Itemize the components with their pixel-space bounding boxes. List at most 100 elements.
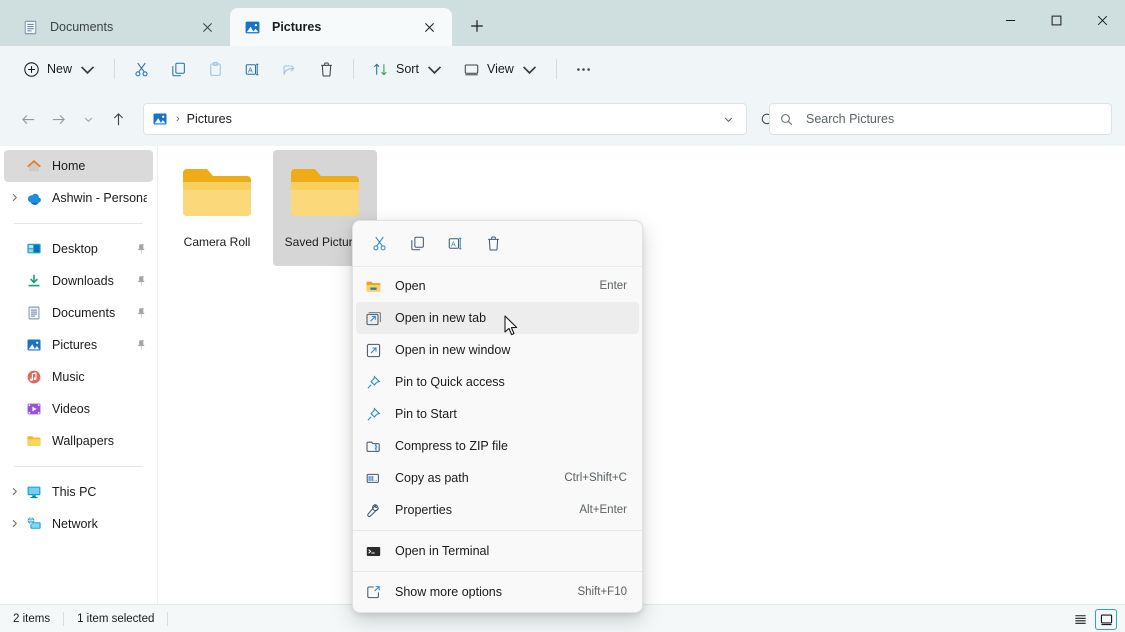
menu-item-properties[interactable]: Properties Alt+Enter xyxy=(356,494,639,526)
address-dropdown-button[interactable] xyxy=(716,106,740,132)
sidebar-item-desktop[interactable]: Desktop xyxy=(4,233,153,265)
plus-circle-icon xyxy=(24,61,39,77)
close-icon[interactable] xyxy=(416,14,442,40)
menu-item-open-in-new-window[interactable]: Open in new window xyxy=(356,334,639,366)
menu-item-label: Show more options xyxy=(395,585,503,599)
new-button[interactable]: New xyxy=(14,53,105,85)
sidebar-item-music[interactable]: Music xyxy=(4,361,153,393)
sidebar-item-this-pc[interactable]: This PC xyxy=(4,476,153,508)
large-icons-view-button[interactable] xyxy=(1095,608,1117,630)
sidebar-item-label: Music xyxy=(52,370,85,384)
new-tab-button[interactable] xyxy=(460,9,494,43)
rename-button[interactable]: A xyxy=(235,53,270,85)
up-button[interactable] xyxy=(103,104,133,134)
folder-item-camera-roll[interactable]: Camera Roll xyxy=(165,150,269,266)
downloads-icon xyxy=(28,274,40,287)
sort-icon xyxy=(374,63,387,75)
sidebar-item-videos[interactable]: Videos xyxy=(4,393,153,425)
copy-button[interactable] xyxy=(161,53,196,85)
status-left-group: 2 items 1 item selected xyxy=(0,611,181,626)
pin-icon xyxy=(367,406,381,420)
chevron-right-icon[interactable] xyxy=(10,519,20,529)
cut-button[interactable] xyxy=(124,53,159,85)
title-bar: Documents Pictures xyxy=(0,0,1125,46)
chevron-down-icon xyxy=(724,117,732,122)
maximize-button[interactable] xyxy=(1033,0,1079,40)
desktop-icon xyxy=(27,243,41,254)
close-icon[interactable] xyxy=(194,14,220,40)
menu-item-compress-to-zip[interactable]: Compress to ZIP file xyxy=(356,430,639,462)
sidebar-item-label: This PC xyxy=(52,485,97,499)
sidebar-item-label: Documents xyxy=(52,306,116,320)
pictures-icon xyxy=(245,21,260,33)
search-input[interactable] xyxy=(806,112,1101,126)
chevron-right-icon[interactable] xyxy=(10,193,20,203)
breadcrumb-path[interactable]: Pictures xyxy=(187,112,716,126)
menu-item-open[interactable]: Open Enter xyxy=(356,270,639,302)
file-explorer-window: Documents Pictures New A Sort View › Pic… xyxy=(0,0,1125,632)
delete-button[interactable] xyxy=(309,53,344,85)
chevron-right-icon[interactable] xyxy=(10,487,20,497)
recent-locations-button[interactable] xyxy=(73,104,103,134)
sidebar-item-wallpapers[interactable]: Wallpapers xyxy=(4,425,153,457)
context-menu[interactable]: A Open Enter Open in new tab Open in new… xyxy=(352,220,643,613)
menu-item-open-in-terminal[interactable]: Open in Terminal xyxy=(356,535,639,567)
back-button[interactable] xyxy=(13,104,43,134)
tab-documents[interactable]: Documents xyxy=(8,8,230,46)
paste-button[interactable] xyxy=(198,53,233,85)
tab-label: Documents xyxy=(50,20,114,34)
context-delete-button[interactable] xyxy=(477,228,509,260)
arrow-left-icon xyxy=(21,114,34,124)
maximize-icon xyxy=(1051,15,1061,25)
sidebar-item-onedrive[interactable]: Ashwin - Personal xyxy=(4,182,153,214)
view-button[interactable]: View xyxy=(454,53,547,85)
folder-icon xyxy=(27,436,41,446)
menu-item-pin-to-quick-access[interactable]: Pin to Quick access xyxy=(356,366,639,398)
search-box[interactable] xyxy=(769,103,1112,135)
details-view-button[interactable] xyxy=(1069,609,1091,630)
share-icon xyxy=(283,64,295,75)
arrow-up-icon xyxy=(113,112,123,125)
menu-item-pin-to-start[interactable]: Pin to Start xyxy=(356,398,639,430)
menu-item-open-in-new-tab[interactable]: Open in new tab xyxy=(356,302,639,334)
forward-button[interactable] xyxy=(43,104,73,134)
menu-item-show-more-options[interactable]: Show more options Shift+F10 xyxy=(356,576,639,608)
documents-icon xyxy=(24,20,37,34)
sidebar-item-label: Downloads xyxy=(52,274,114,288)
network-icon xyxy=(27,517,41,529)
context-rename-button[interactable]: A xyxy=(439,228,471,260)
menu-item-copy-as-path[interactable]: Copy as path Ctrl+Shift+C xyxy=(356,462,639,494)
close-button[interactable] xyxy=(1079,0,1125,40)
svg-text:A: A xyxy=(248,66,253,74)
copy-icon xyxy=(172,62,185,76)
see-more-button[interactable] xyxy=(566,53,601,85)
sidebar-item-label: Home xyxy=(52,159,86,173)
sidebar-item-documents[interactable]: Documents xyxy=(4,297,153,329)
sidebar-item-home[interactable]: Home xyxy=(4,150,153,182)
folder-icon xyxy=(366,281,381,292)
navigation-bar: › Pictures xyxy=(0,92,1125,146)
window-controls xyxy=(987,0,1125,46)
navigation-pane[interactable]: Home Ashwin - Personal Desktop Downloads… xyxy=(0,146,158,604)
pin-icon xyxy=(137,276,145,286)
chevron-down-icon xyxy=(522,65,536,74)
context-cut-button[interactable] xyxy=(363,228,395,260)
tab-pictures[interactable]: Pictures xyxy=(230,8,452,46)
view-button-label: View xyxy=(486,62,514,76)
properties-icon xyxy=(367,503,380,517)
command-bar: New A Sort View xyxy=(0,46,1125,92)
sort-button-label: Sort xyxy=(396,62,419,76)
sidebar-item-downloads[interactable]: Downloads xyxy=(4,265,153,297)
address-bar[interactable]: › Pictures xyxy=(143,103,747,135)
breadcrumb-separator: › xyxy=(176,113,180,125)
toolbar-separator xyxy=(353,59,355,79)
sidebar-item-network[interactable]: Network xyxy=(4,508,153,540)
sidebar-item-pictures[interactable]: Pictures xyxy=(4,329,153,361)
large-icons-view-icon xyxy=(1100,613,1112,625)
sort-button[interactable]: Sort xyxy=(363,53,452,85)
context-copy-button[interactable] xyxy=(401,228,433,260)
share-button[interactable] xyxy=(272,53,307,85)
sidebar-separator xyxy=(14,223,143,224)
minimize-button[interactable] xyxy=(987,0,1033,40)
tab-label: Pictures xyxy=(272,20,322,34)
